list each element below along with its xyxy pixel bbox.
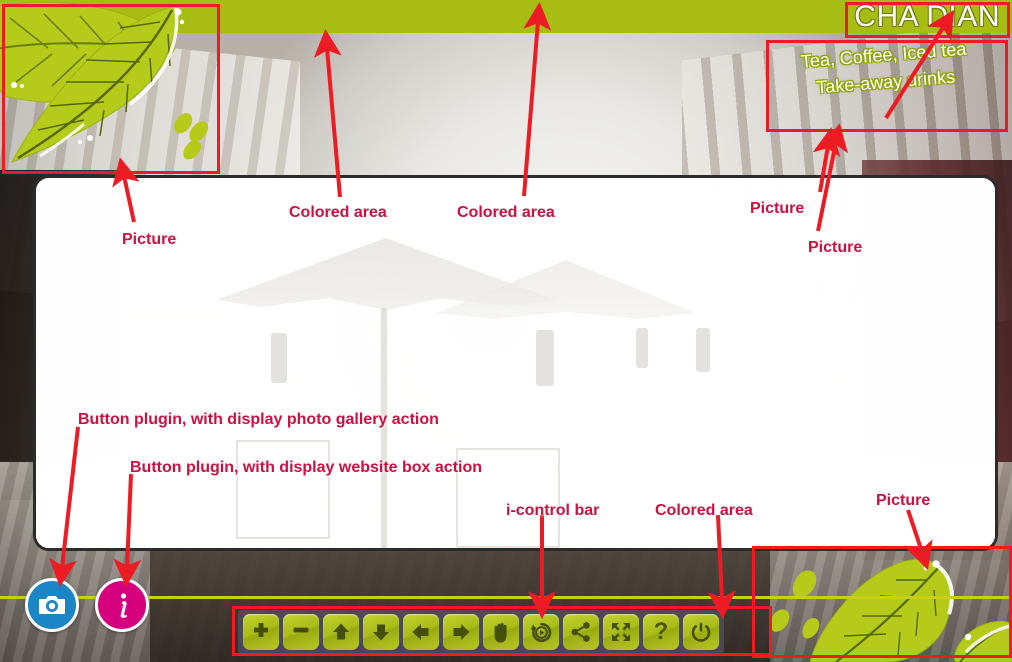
autorotate-icon xyxy=(530,622,551,642)
question-icon: ? xyxy=(653,618,669,645)
umbrella-pole xyxy=(381,308,387,548)
website-box-panel[interactable] xyxy=(33,175,998,551)
share-icon xyxy=(571,622,590,642)
autorotate-button[interactable] xyxy=(523,614,559,650)
minus-icon xyxy=(293,627,309,633)
arrow-down-icon xyxy=(373,624,389,641)
arrow-right-icon xyxy=(453,624,470,640)
arrow-up-icon xyxy=(333,623,349,640)
look-left-button[interactable] xyxy=(403,614,439,650)
power-icon xyxy=(691,622,711,642)
look-up-button[interactable] xyxy=(323,614,359,650)
i-control-bar[interactable]: ? xyxy=(238,610,724,654)
fullscreen-button[interactable] xyxy=(603,614,639,650)
look-right-button[interactable] xyxy=(443,614,479,650)
photo-gallery-button[interactable] xyxy=(25,578,79,632)
panel-background xyxy=(36,178,995,548)
pedestrian-figure xyxy=(696,328,710,372)
pedestrian-figure xyxy=(536,330,554,386)
panorama-viewer-screenshot: CHA DIAN Tea, Coffee, Iced tea Take-away… xyxy=(0,0,1012,662)
page-title: CHA DIAN xyxy=(854,0,1000,33)
look-down-button[interactable] xyxy=(363,614,399,650)
share-button[interactable] xyxy=(563,614,599,650)
pan-mode-button[interactable] xyxy=(483,614,519,650)
info-icon xyxy=(120,593,128,618)
power-button[interactable] xyxy=(683,614,719,650)
camera-icon xyxy=(39,596,65,614)
zoom-in-button[interactable] xyxy=(243,614,279,650)
pedestrian-figure xyxy=(271,333,287,383)
cafe-chair xyxy=(236,440,330,539)
fullscreen-icon xyxy=(612,623,630,641)
help-button[interactable]: ? xyxy=(643,614,679,650)
zoom-out-button[interactable] xyxy=(283,614,319,650)
cafe-chair xyxy=(456,448,560,548)
website-box-button[interactable] xyxy=(95,578,149,632)
arrow-left-icon xyxy=(412,624,429,640)
plus-icon xyxy=(254,623,268,637)
divider-rule xyxy=(0,596,1012,599)
hand-icon xyxy=(494,622,507,643)
pedestrian-figure xyxy=(636,328,648,368)
